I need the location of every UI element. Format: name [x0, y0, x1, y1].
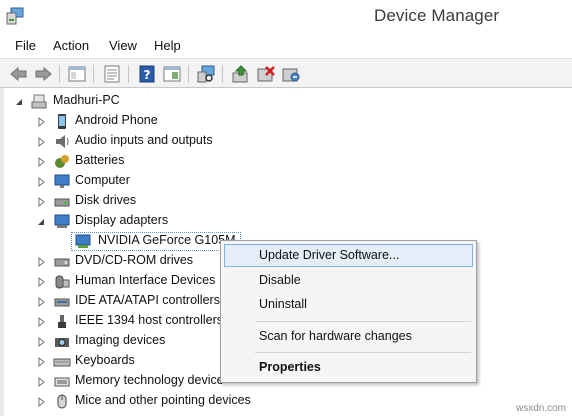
device-manager-icon — [6, 7, 24, 28]
scan-hardware-menuitem[interactable]: Scan for hardware changes — [224, 325, 473, 348]
tree-item-imaging[interactable]: Imaging devices — [36, 332, 224, 351]
hid-icon — [55, 275, 70, 289]
tree-item-disk-drives[interactable]: Disk drives — [36, 192, 256, 211]
computer-root-icon — [31, 94, 47, 109]
expand-arrow-icon[interactable] — [36, 317, 46, 327]
expand-arrow-icon[interactable] — [36, 297, 46, 307]
menu-bar: File Action View Help — [0, 34, 572, 56]
tree-item-keyboards[interactable]: Keyboards — [36, 352, 224, 371]
tree-item-memory-technology[interactable]: Memory technology devices — [36, 372, 224, 391]
tree-item-audio[interactable]: Audio inputs and outputs — [36, 132, 256, 151]
tree-item-hid[interactable]: Human Interface Devices — [36, 272, 236, 291]
svg-text:?: ? — [144, 68, 151, 82]
mouse-icon — [57, 394, 67, 409]
disable-menuitem[interactable]: Disable — [224, 269, 473, 292]
ide-controller-icon — [54, 298, 70, 307]
tree-item-label: Mice and other pointing devices — [75, 393, 251, 407]
tree-item-label: Display adapters — [75, 213, 169, 227]
expand-arrow-icon[interactable] — [36, 337, 46, 347]
menu-view[interactable]: View — [109, 38, 137, 53]
tree-item-label: Batteries — [75, 153, 125, 167]
forward-icon[interactable] — [33, 64, 53, 84]
tree-item-ieee-1394[interactable]: IEEE 1394 host controllers — [36, 312, 224, 331]
phone-icon — [58, 114, 66, 129]
display-adapter-icon — [54, 214, 70, 228]
update-driver-icon[interactable] — [231, 64, 251, 84]
speaker-icon — [56, 135, 69, 148]
tree-item-display-adapters[interactable]: Display adapters — [36, 212, 256, 231]
update-driver-software-menuitem[interactable]: Update Driver Software... — [224, 244, 473, 267]
expand-arrow-icon[interactable] — [36, 197, 46, 207]
tree-item-label: Human Interface Devices — [75, 273, 216, 287]
disk-drive-icon — [54, 198, 70, 207]
menu-action[interactable]: Action — [53, 38, 89, 53]
battery-icon — [55, 155, 69, 168]
tree-item-label: NVIDIA GeForce G105M — [98, 233, 236, 247]
expand-arrow-icon[interactable] — [36, 397, 46, 407]
tree-root-label: Madhuri-PC — [53, 93, 120, 107]
menu-file[interactable]: File — [15, 38, 36, 53]
uninstall-menuitem[interactable]: Uninstall — [224, 293, 473, 316]
tree-item-nvidia-geforce[interactable]: NVIDIA GeForce G105M — [74, 232, 244, 251]
ieee1394-icon — [58, 315, 66, 328]
tree-item-label: DVD/CD-ROM drives — [75, 253, 194, 267]
expand-arrow-icon[interactable] — [36, 357, 46, 367]
tree-item-mice[interactable]: Mice and other pointing devices — [36, 392, 296, 411]
tree-item-label: Android Phone — [75, 113, 158, 127]
tree-root[interactable]: Madhuri-PC — [14, 92, 214, 111]
tree-item-label: Computer — [75, 173, 130, 187]
expand-arrow-icon[interactable] — [36, 257, 46, 267]
tree-item-computer[interactable]: Computer — [36, 172, 256, 191]
tree-item-batteries[interactable]: Batteries — [36, 152, 256, 171]
monitor-icon — [54, 174, 70, 188]
help-icon[interactable]: ? — [137, 64, 157, 84]
tree-item-label: Keyboards — [75, 353, 135, 367]
watermark: wsxdn.com — [515, 403, 566, 414]
tree-item-android-phone[interactable]: Android Phone — [36, 112, 256, 131]
dvd-drive-icon — [54, 258, 70, 267]
show-hide-icon[interactable] — [162, 64, 182, 84]
tree-item-label: Imaging devices — [75, 333, 166, 347]
properties-menuitem[interactable]: Properties — [224, 356, 473, 379]
memory-icon — [54, 377, 70, 387]
disable-device-icon[interactable] — [256, 64, 276, 84]
properties-icon[interactable] — [102, 64, 122, 84]
expand-arrow-icon[interactable] — [36, 137, 46, 147]
expand-arrow-icon[interactable] — [36, 157, 46, 167]
display-adapter-icon — [75, 234, 91, 248]
tree-item-dvd-drives[interactable]: DVD/CD-ROM drives — [36, 252, 236, 271]
window-title: Device Manager — [374, 6, 500, 25]
tree-item-label: IEEE 1394 host controllers — [75, 313, 223, 327]
tree-item-label: Memory technology devices — [75, 373, 224, 387]
collapse-arrow-icon[interactable] — [36, 217, 46, 227]
uninstall-device-icon[interactable] — [281, 64, 301, 84]
scan-hardware-icon[interactable] — [196, 64, 216, 84]
menu-separator — [255, 321, 471, 322]
console-tree-icon[interactable] — [67, 64, 87, 84]
expand-arrow-icon[interactable] — [36, 117, 46, 127]
title-bar: Device Manager — [0, 0, 572, 34]
tree-item-ide-ata[interactable]: IDE ATA/ATAPI controllers — [36, 292, 224, 311]
expand-arrow-icon[interactable] — [36, 277, 46, 287]
back-icon[interactable] — [9, 64, 29, 84]
toolbar: ? — [0, 58, 572, 88]
menu-help[interactable]: Help — [154, 38, 181, 53]
keyboard-icon — [53, 358, 71, 367]
tree-item-label: IDE ATA/ATAPI controllers — [75, 293, 220, 307]
tree-item-label: Audio inputs and outputs — [75, 133, 213, 147]
context-menu: Update Driver Software... Disable Uninst… — [220, 240, 477, 383]
expand-arrow-icon[interactable] — [36, 177, 46, 187]
collapse-arrow-icon[interactable] — [14, 97, 24, 107]
tree-item-label: Disk drives — [75, 193, 137, 207]
camera-icon — [55, 338, 69, 347]
expand-arrow-icon[interactable] — [36, 377, 46, 387]
menu-separator — [255, 352, 471, 353]
